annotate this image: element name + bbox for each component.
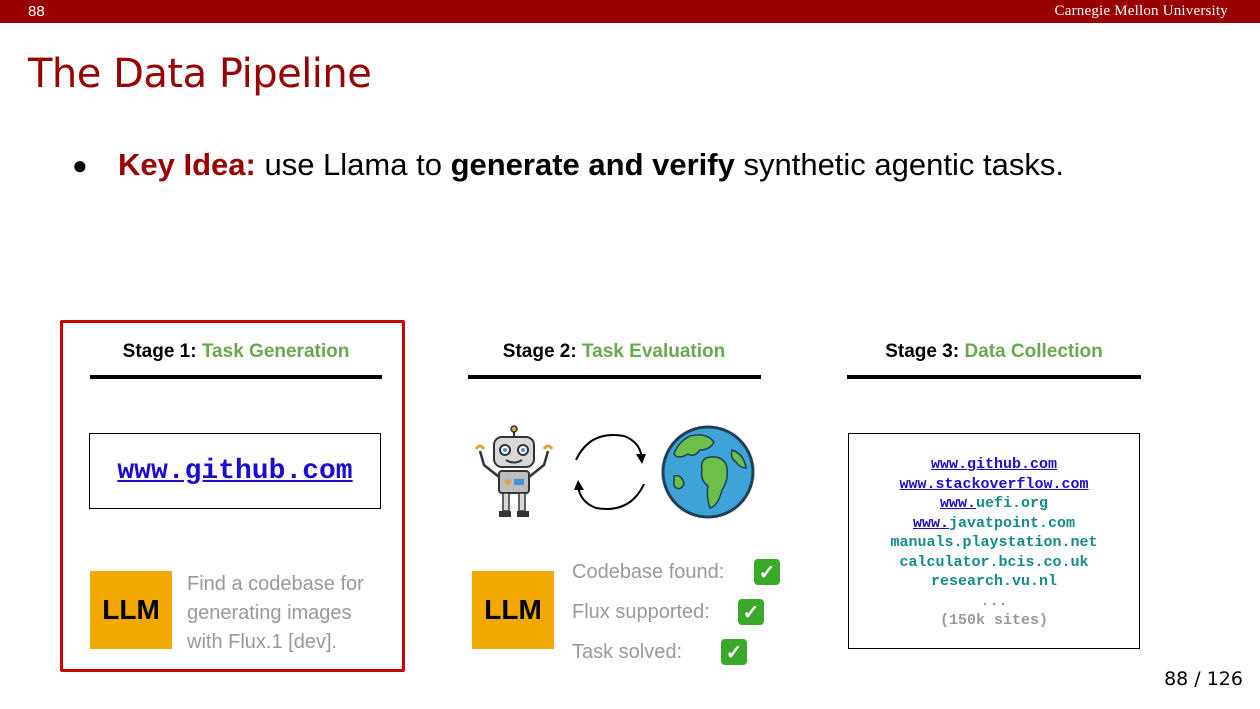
site-link[interactable]: www. — [940, 495, 976, 512]
stage1-llm-box: LLM — [90, 571, 172, 649]
stage1-heading: Stage 1: Task Generation — [90, 341, 382, 363]
list-item: www.stackoverflow.com — [849, 475, 1139, 495]
stage3-rule — [847, 375, 1141, 379]
checkmark-icon: ✓ — [721, 639, 747, 665]
list-item: www.uefi.org — [849, 494, 1139, 514]
site-list-box: www.github.com www.stackoverflow.com www… — [848, 433, 1140, 649]
site-text: calculator.bcis.co.uk — [899, 553, 1089, 571]
generated-task-text: Find a codebase for generating images wi… — [187, 573, 364, 653]
stage2-heading: Stage 2: Task Evaluation — [468, 341, 760, 363]
checkmark-glyph: ✓ — [725, 641, 743, 664]
bullet-text-1: use Llama to — [255, 147, 451, 182]
check-label-flux: Flux supported: — [572, 601, 710, 623]
checkmark-glyph: ✓ — [758, 561, 776, 584]
site-text: manuals.playstation.net — [890, 534, 1098, 551]
seed-url-box: www.github.com — [89, 433, 381, 509]
slide-number-top: 88 — [28, 3, 45, 20]
institution-logo-text: Carnegie Mellon University — [1054, 3, 1228, 19]
checkmark-icon: ✓ — [738, 599, 764, 625]
checkmark-icon: ✓ — [754, 559, 780, 585]
stage2-llm-box: LLM — [472, 571, 554, 649]
stage2-name: Task Evaluation — [581, 341, 726, 362]
list-item: calculator.bcis.co.uk — [849, 553, 1139, 573]
stage3-prefix: Stage 3: — [885, 341, 965, 362]
stage2-rule — [468, 375, 761, 379]
page-counter: 88 / 126 — [1164, 668, 1243, 690]
seed-url-link[interactable]: www.github.com — [117, 456, 352, 487]
list-item: www.javatpoint.com — [849, 514, 1139, 534]
list-item: research.vu.nl — [849, 572, 1139, 592]
site-text: uefi.org — [976, 495, 1049, 512]
cycle-arrows-icon — [574, 434, 646, 510]
bullet-text-2: synthetic agentic tasks. — [734, 147, 1064, 182]
bullet-emphasis: generate and verify — [450, 147, 735, 182]
site-link[interactable]: www.stackoverflow.com — [899, 476, 1088, 493]
list-item: manuals.playstation.net — [849, 533, 1139, 553]
stage3-name: Data Collection — [964, 341, 1103, 362]
site-count: (150k sites) — [939, 612, 1049, 629]
site-link[interactable]: www. — [913, 515, 949, 532]
check-label-codebase: Codebase found: — [572, 561, 725, 583]
stage3-heading: Stage 3: Data Collection — [847, 341, 1141, 363]
key-idea-label: Key Idea: — [118, 147, 256, 182]
page-title: The Data Pipeline — [28, 51, 372, 97]
stage1-prefix: Stage 1: — [122, 341, 202, 362]
checkmark-glyph: ✓ — [742, 601, 760, 624]
globe-icon — [661, 425, 755, 519]
site-link[interactable]: www.github.com — [931, 456, 1057, 473]
site-text: javatpoint.com — [948, 514, 1076, 532]
check-label-solved: Task solved: — [572, 641, 683, 663]
stage1-llm-label: LLM — [102, 594, 160, 625]
robot-icon — [474, 425, 554, 517]
key-idea-bullet: Key Idea: use Llama to generate and veri… — [118, 145, 1078, 185]
stage2-prefix: Stage 2: — [502, 341, 582, 362]
list-item: www.github.com — [849, 455, 1139, 475]
site-list-ellipsis: ... — [980, 592, 1008, 610]
stage1-name: Task Generation — [201, 341, 350, 362]
bullet-dot: ● — [72, 150, 88, 180]
stage1-rule — [90, 375, 382, 379]
stage2-llm-label: LLM — [484, 594, 542, 625]
site-text: research.vu.nl — [930, 573, 1058, 590]
